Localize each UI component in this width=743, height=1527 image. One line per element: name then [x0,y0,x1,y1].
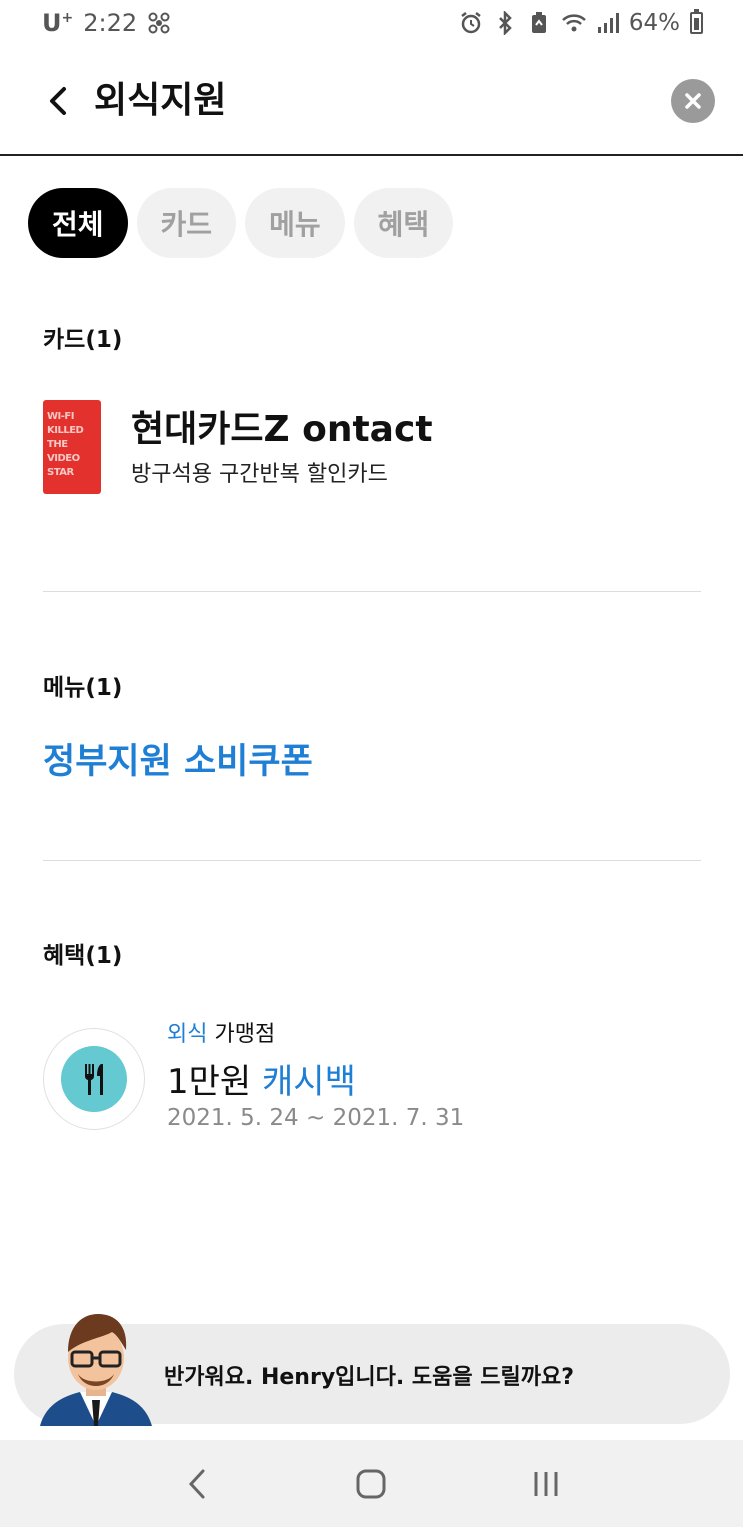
nav-home-button[interactable] [341,1459,401,1509]
card-art-line: THE [47,439,68,450]
nav-recents-button[interactable] [516,1459,576,1509]
card-art-line: KILLED [47,425,84,436]
benefit-amount-value: 1만원 [167,1062,252,1102]
page-title: 외식지원 [94,80,227,121]
card-art-line: VIDEO [47,453,80,464]
nav-recents-icon [534,1471,558,1496]
nav-back-icon [189,1469,205,1498]
tab-card[interactable]: 카드 [136,188,237,258]
card-art-line: STAR [47,467,74,478]
battery-icon [690,9,703,34]
back-button[interactable] [40,78,76,124]
alarm-icon [459,11,483,35]
card-art-line: WI-FI [47,411,74,422]
status-bar: U+ 2:22 64% [0,0,743,46]
tab-all[interactable]: 전체 [28,188,128,258]
benefit-amount-highlight: 캐시백 [251,1062,356,1102]
battery-percent: 64% [628,10,680,36]
carrier-sup: + [61,10,74,26]
chatbot-avatar[interactable] [36,1308,160,1426]
close-icon [685,93,701,109]
nav-home-icon [356,1469,386,1498]
card-section-label: 카드(1) [43,327,123,353]
bluetooth-icon [493,9,517,37]
close-button[interactable] [671,79,715,123]
app-header: 외식지원 [0,56,743,156]
benefit-amount[interactable]: 1만원 캐시백 [167,1054,356,1103]
chatbot-message: 반가워요. Henry입니다. 도움을 드릴까요? [164,1365,575,1390]
fork-knife-icon [61,1046,127,1112]
signal-icon [595,11,619,35]
system-nav-bar [0,1440,743,1527]
menu-item-link[interactable]: 정부지원 소비쿠폰 [43,733,313,784]
nav-back-button[interactable] [167,1459,227,1509]
status-left: U+ 2:22 [42,9,171,37]
clock: 2:22 [83,9,138,37]
carrier-label: U+ [42,9,73,37]
tab-benefit[interactable]: 혜택 [353,188,454,258]
benefit-icon-frame [43,1028,145,1130]
divider [43,860,701,861]
menu-section-label: 메뉴(1) [43,675,123,701]
tab-menu[interactable]: 메뉴 [245,188,345,258]
wifi-icon [561,11,586,35]
app-notification-icon [147,11,171,35]
benefit-category-rest: 가맹점 [207,1022,276,1047]
benefit-section-label: 혜택(1) [43,943,123,969]
divider [43,591,701,592]
card-name[interactable]: 현대카드Z ontact [131,400,433,452]
chevron-left-icon [50,87,66,115]
battery-saver-icon [527,11,551,35]
carrier-name: U [42,9,62,37]
card-image[interactable]: WI-FI KILLED THE VIDEO STAR [43,400,101,494]
benefit-category: 외식 가맹점 [167,1016,275,1048]
benefit-category-highlight: 외식 [167,1022,208,1047]
card-description: 방구석용 구간반복 할인카드 [131,462,388,487]
filter-tabs: 전체 카드 메뉴 혜택 [28,188,454,258]
status-right: 64% [459,9,703,37]
benefit-dates: 2021. 5. 24 ~ 2021. 7. 31 [167,1105,465,1131]
